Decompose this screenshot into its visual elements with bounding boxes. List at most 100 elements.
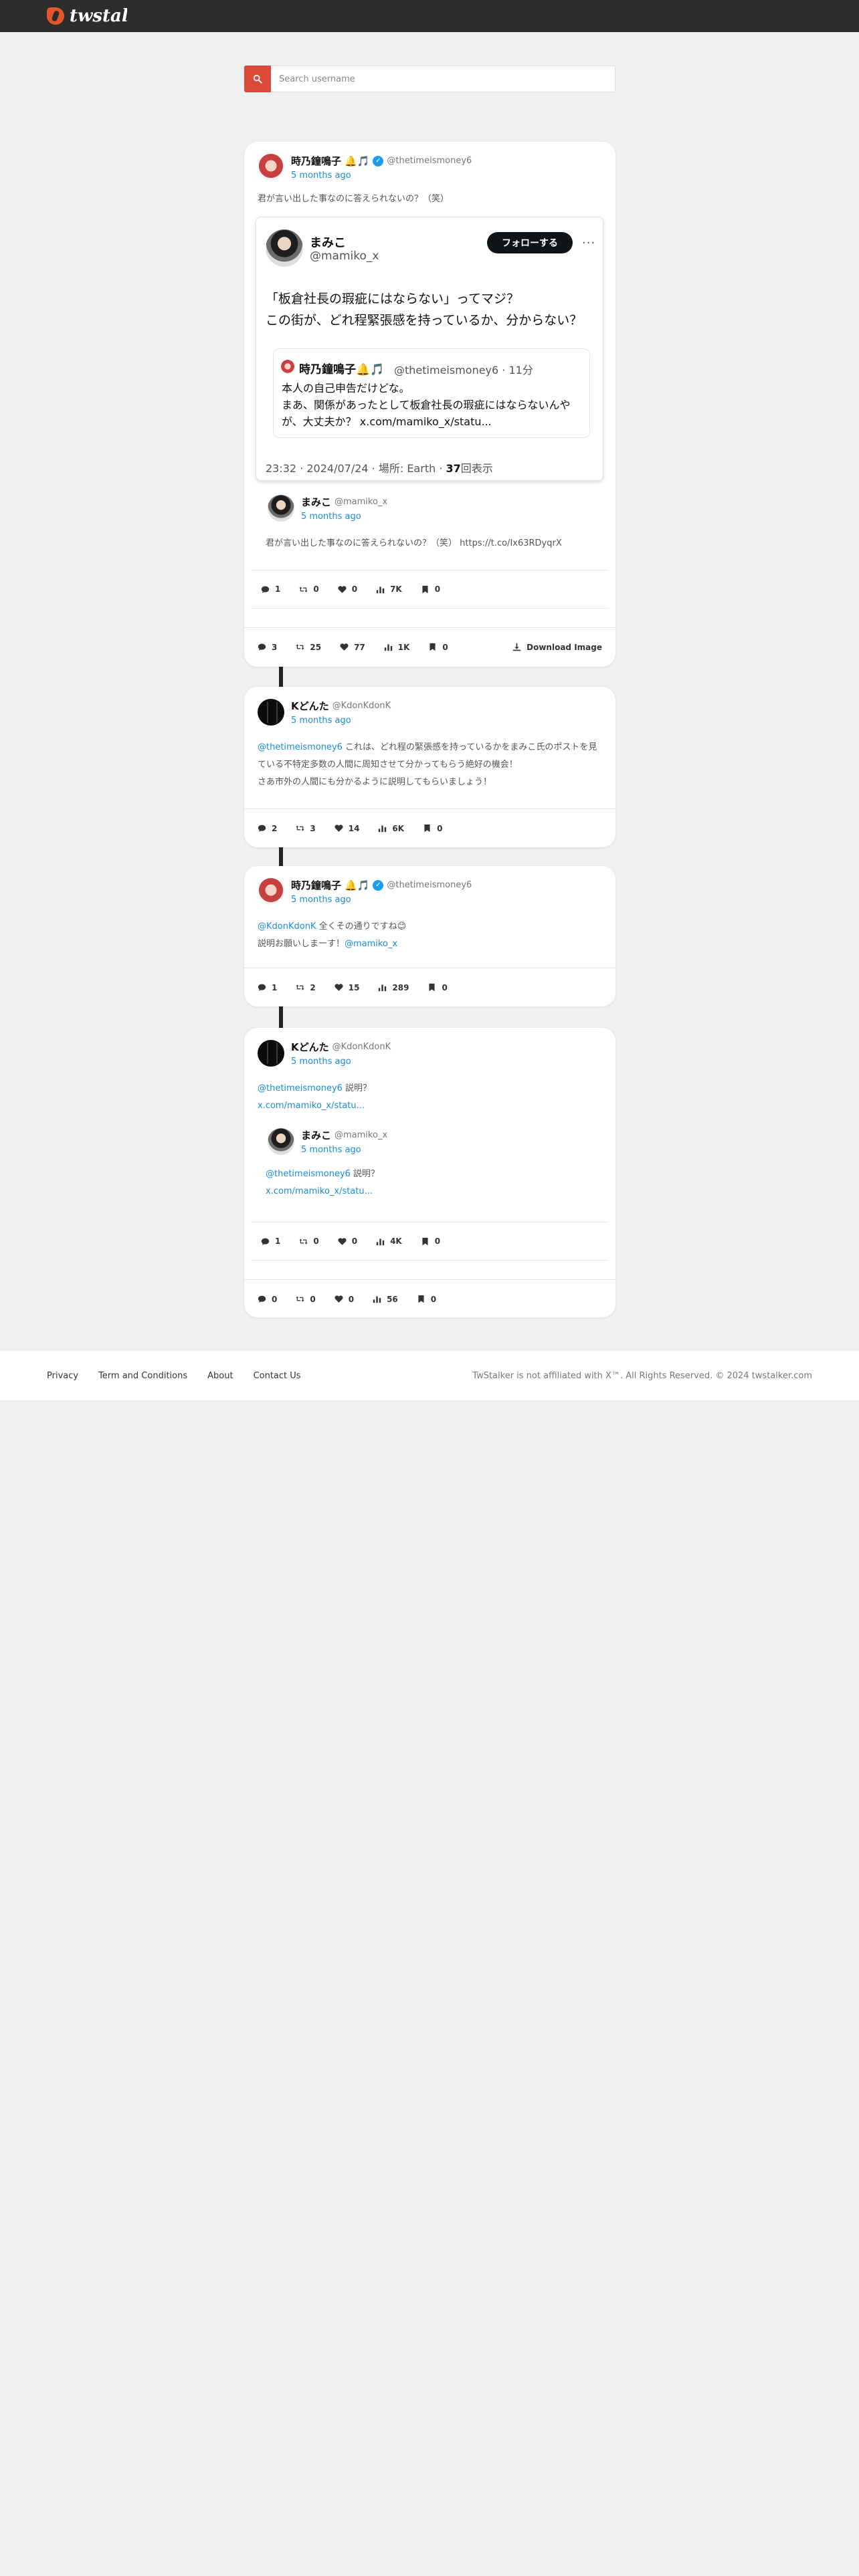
reply-count-value: 3 <box>272 642 278 652</box>
user-name[interactable]: まみこ <box>301 495 331 509</box>
tweet-text-line: 説明？ <box>350 1169 380 1179</box>
inner-tweet-text: @thetimeismoney6 説明？ x.com/mamiko_x/stat… <box>258 1155 602 1200</box>
tweet-card-main: 時乃鐘鳴子 🔔🎵 ✓ @thetimeismoney6 5 months ago… <box>244 142 615 667</box>
user-name[interactable]: まみこ <box>301 1128 331 1142</box>
mention-link[interactable]: @KdonKdonK <box>258 922 316 932</box>
view-count[interactable]: 289 <box>378 983 409 992</box>
logo[interactable]: twstalker <box>47 6 127 26</box>
bookmark-count[interactable]: 0 <box>428 643 448 652</box>
avatar[interactable] <box>258 699 284 726</box>
avatar[interactable] <box>258 878 284 905</box>
like-count[interactable]: 0 <box>335 1295 354 1304</box>
embedded-tweet-image: まみこ @mamiko_x フォローする ··· 「板倉社長の瑕疵にはならない」… <box>256 217 603 481</box>
download-label: Download Image <box>527 642 602 652</box>
user-handle[interactable]: @thetimeismoney6 <box>387 156 472 166</box>
view-count[interactable]: 7K <box>376 584 402 594</box>
user-name[interactable]: 時乃鐘鳴子 <box>291 878 341 892</box>
avatar[interactable] <box>268 495 294 522</box>
view-count[interactable]: 1K <box>384 643 409 652</box>
verified-icon: ✓ <box>373 155 384 167</box>
view-count-value: 7K <box>390 584 402 594</box>
mention-link[interactable]: @thetimeismoney6 <box>258 1083 343 1093</box>
search-button[interactable] <box>244 66 271 92</box>
bookmark-count-value: 0 <box>442 982 448 992</box>
reply-count[interactable]: 1 <box>261 1237 280 1246</box>
bookmark-count[interactable]: 0 <box>421 1237 440 1246</box>
tweet-time[interactable]: 5 months ago <box>301 1145 387 1155</box>
user-name[interactable]: Kどんた <box>291 1040 329 1054</box>
bookmark-count[interactable]: 0 <box>427 982 448 992</box>
user-handle[interactable]: @thetimeismoney6 <box>387 880 472 890</box>
bookmark-count[interactable]: 0 <box>423 824 442 833</box>
retweet-count[interactable]: 25 <box>296 643 321 652</box>
name-emoji: 🔔🎵 <box>345 154 370 167</box>
user-handle[interactable]: @mamiko_x <box>335 1130 387 1140</box>
footer-link-about[interactable]: About <box>207 1371 233 1381</box>
status-link[interactable]: x.com/mamiko_x/statu... <box>258 1101 365 1111</box>
user-handle[interactable]: @mamiko_x <box>335 497 387 507</box>
reply-count[interactable]: 1 <box>258 983 277 992</box>
retweet-count-value: 0 <box>310 1294 316 1304</box>
reply-count[interactable]: 3 <box>258 643 277 652</box>
copyright-text: TwStalker is not affiliated with X™. All… <box>472 1370 812 1381</box>
reply-count[interactable]: 2 <box>258 824 277 833</box>
user-handle[interactable]: @KdonKdonK <box>332 1042 391 1052</box>
tweet-header: 時乃鐘鳴子 🔔🎵 ✓ @thetimeismoney6 5 months ago <box>244 866 615 905</box>
embed-avatar <box>266 229 303 267</box>
like-count[interactable]: 77 <box>340 643 365 652</box>
footer-link-privacy[interactable]: Privacy <box>47 1371 78 1381</box>
user-handle[interactable]: @KdonKdonK <box>332 701 391 711</box>
footer-link-contact[interactable]: Contact Us <box>254 1371 301 1381</box>
like-count-value: 0 <box>351 584 358 594</box>
footer-link-terms[interactable]: Term and Conditions <box>98 1371 187 1381</box>
tweet-time[interactable]: 5 months ago <box>291 1057 391 1067</box>
retweet-count[interactable]: 0 <box>299 1237 319 1246</box>
retweet-count-value: 0 <box>313 1237 319 1246</box>
reply-count-value: 1 <box>275 584 281 594</box>
reply-count-value: 1 <box>272 982 278 992</box>
reply-count[interactable]: 1 <box>261 584 280 594</box>
like-count[interactable]: 14 <box>335 823 360 833</box>
bookmark-count-value: 0 <box>434 584 441 594</box>
mention-link[interactable]: @thetimeismoney6 <box>258 742 343 752</box>
user-name[interactable]: 時乃鐘鳴子 <box>291 154 341 168</box>
view-count[interactable]: 56 <box>373 1295 398 1304</box>
mention-link[interactable]: @thetimeismoney6 <box>266 1169 351 1179</box>
like-count[interactable]: 0 <box>338 1237 357 1246</box>
view-count-value: 289 <box>392 982 409 992</box>
bookmark-count[interactable]: 0 <box>421 584 440 594</box>
tweet-time[interactable]: 5 months ago <box>301 512 387 522</box>
like-count-value: 77 <box>354 642 365 652</box>
user-name[interactable]: Kどんた <box>291 699 329 713</box>
view-count[interactable]: 4K <box>376 1237 402 1246</box>
like-count[interactable]: 0 <box>338 584 357 594</box>
mention-link[interactable]: @mamiko_x <box>345 939 397 949</box>
retweet-icon <box>296 1295 304 1303</box>
tweet-time[interactable]: 5 months ago <box>291 171 472 181</box>
search-input[interactable] <box>271 66 615 92</box>
views-icon <box>376 1237 385 1246</box>
avatar[interactable] <box>258 1040 284 1067</box>
reply-count[interactable]: 0 <box>258 1295 277 1304</box>
retweet-count[interactable]: 3 <box>296 824 316 833</box>
retweet-count[interactable]: 2 <box>296 983 316 992</box>
retweet-count[interactable]: 0 <box>299 584 319 594</box>
bookmark-count[interactable]: 0 <box>417 1295 436 1304</box>
bookmark-icon <box>421 1237 430 1246</box>
download-image-button[interactable]: Download Image <box>512 643 602 652</box>
like-count-value: 14 <box>348 823 360 833</box>
avatar[interactable] <box>268 1128 294 1155</box>
tweet-time[interactable]: 5 months ago <box>291 716 391 726</box>
retweet-count[interactable]: 0 <box>296 1294 316 1304</box>
reply-icon <box>261 585 270 594</box>
tweet-time[interactable]: 5 months ago <box>291 895 472 905</box>
status-link[interactable]: x.com/mamiko_x/statu... <box>266 1186 373 1196</box>
verified-icon: ✓ <box>373 879 384 891</box>
avatar[interactable] <box>258 154 284 181</box>
tweet-text-line: 全くその通りですね😊 <box>316 922 407 932</box>
more-icon: ··· <box>582 236 596 250</box>
like-count[interactable]: 15 <box>335 983 359 992</box>
quote-text: 本人の自己申告だけどな。 まあ、関係があったとして板倉社長の瑕疵にはならないんや… <box>282 382 571 428</box>
embed-view-count: 37 <box>446 462 461 475</box>
view-count[interactable]: 6K <box>378 824 404 833</box>
